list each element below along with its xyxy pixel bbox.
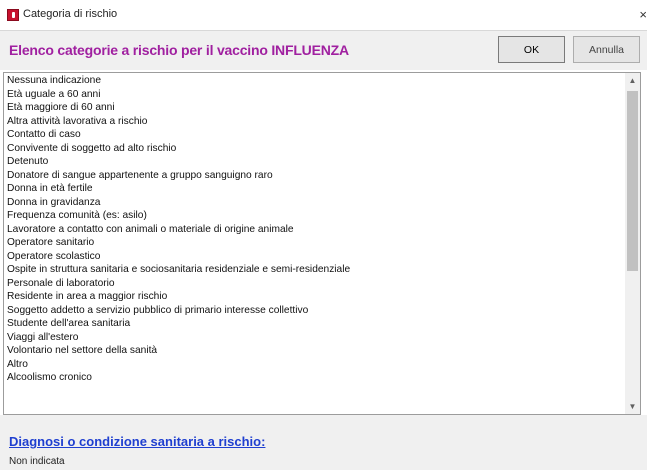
scroll-up-icon[interactable]: ▲ — [625, 73, 640, 88]
list-item[interactable]: Altra attività lavorativa a rischio — [7, 115, 627, 129]
app-icon — [7, 9, 19, 21]
list-item[interactable]: Volontario nel settore della sanità — [7, 344, 627, 358]
list-item[interactable]: Personale di laboratorio — [7, 277, 627, 291]
window-title: Categoria di rischio — [23, 8, 118, 20]
scroll-down-icon[interactable]: ▼ — [625, 399, 640, 414]
list-item[interactable]: Residente in area a maggior rischio — [7, 290, 627, 304]
diagnosis-value: Non indicata — [9, 456, 65, 467]
list-item[interactable]: Età maggiore di 60 anni — [7, 101, 627, 115]
cancel-button[interactable]: Annulla — [573, 36, 640, 63]
list-item[interactable]: Donna in età fertile — [7, 182, 627, 196]
list-item[interactable]: Soggetto addetto a servizio pubblico di … — [7, 304, 627, 318]
list-item[interactable]: Donatore di sangue appartenente a gruppo… — [7, 169, 627, 183]
list-item[interactable]: Studente dell'area sanitaria — [7, 317, 627, 331]
list-item[interactable]: Età uguale a 60 anni — [7, 88, 627, 102]
list-items: Nessuna indicazione Età uguale a 60 anni E… — [7, 74, 627, 385]
list-item[interactable]: Nessuna indicazione — [7, 74, 627, 88]
list-item[interactable]: Operatore sanitario — [7, 236, 627, 250]
list-item[interactable]: Operatore scolastico — [7, 250, 627, 264]
ok-button[interactable]: OK — [498, 36, 565, 63]
vertical-scrollbar[interactable]: ▲ ▼ — [625, 73, 640, 414]
footer-section: Diagnosi o condizione sanitaria a rischi… — [0, 415, 647, 470]
list-item[interactable]: Viaggi all'estero — [7, 331, 627, 345]
list-item[interactable]: Ospite in struttura sanitaria e sociosan… — [7, 263, 627, 277]
diagnosis-section-link[interactable]: Diagnosi o condizione sanitaria a rischi… — [9, 434, 265, 449]
title-bar: Categoria di rischio × — [0, 0, 647, 30]
close-icon[interactable]: × — [633, 7, 647, 23]
scroll-thumb[interactable] — [627, 91, 638, 271]
list-item[interactable]: Lavoratore a contatto con animali o mate… — [7, 223, 627, 237]
page-title: Elenco categorie a rischio per il vaccin… — [9, 42, 349, 58]
list-item[interactable]: Detenuto — [7, 155, 627, 169]
risk-category-list[interactable]: Nessuna indicazione Età uguale a 60 anni E… — [3, 72, 641, 415]
dialog-header: Elenco categorie a rischio per il vaccin… — [0, 30, 647, 70]
list-item[interactable]: Altro — [7, 358, 627, 372]
list-item[interactable]: Frequenza comunità (es: asilo) — [7, 209, 627, 223]
list-item[interactable]: Donna in gravidanza — [7, 196, 627, 210]
list-item[interactable]: Alcoolismo cronico — [7, 371, 627, 385]
list-item[interactable]: Convivente di soggetto ad alto rischio — [7, 142, 627, 156]
list-item[interactable]: Contatto di caso — [7, 128, 627, 142]
